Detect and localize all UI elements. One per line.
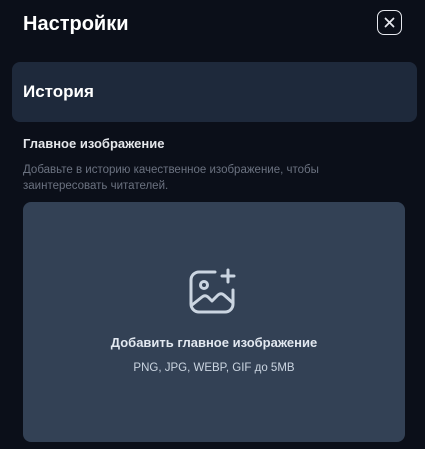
close-button[interactable] bbox=[377, 10, 402, 35]
dropzone-title: Добавить главное изображение bbox=[110, 335, 318, 350]
section-title: История bbox=[23, 82, 94, 101]
modal-title: Настройки bbox=[23, 13, 129, 35]
main-image-label: Главное изображение bbox=[23, 136, 165, 151]
main-image-description: Добавьте в историю качественное изображе… bbox=[23, 164, 319, 192]
dropzone-hint: PNG, JPG, WEBP, GIF до 5MB bbox=[133, 362, 295, 374]
section-card-story[interactable]: История bbox=[12, 62, 417, 122]
modal-header: Настройки bbox=[0, 0, 425, 50]
image-add-icon bbox=[189, 268, 236, 314]
close-icon bbox=[384, 17, 395, 28]
main-image-dropzone[interactable]: Добавить главное изображение PNG, JPG, W… bbox=[23, 202, 405, 442]
